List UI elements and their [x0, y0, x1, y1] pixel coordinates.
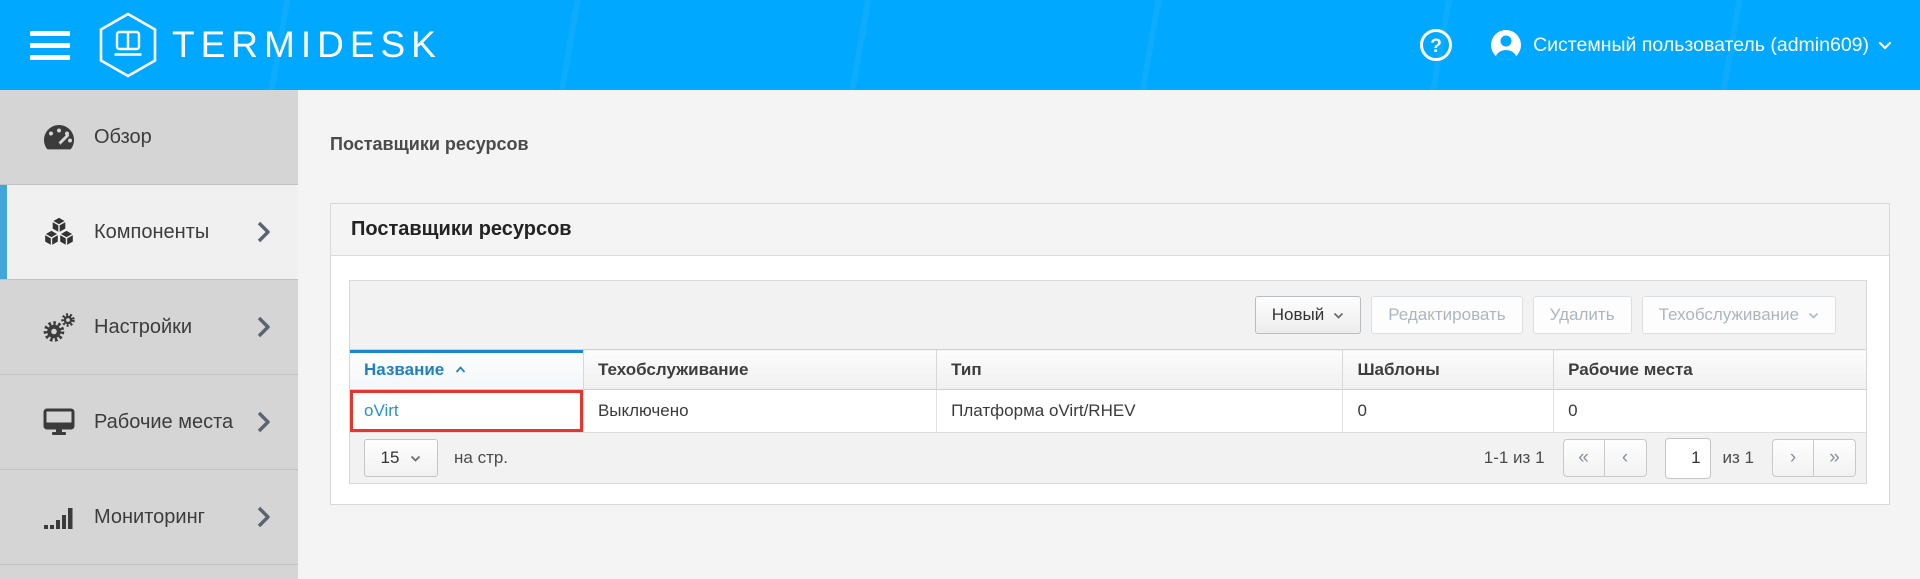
- maintenance-button: Техобслуживание: [1642, 296, 1836, 334]
- edit-button: Редактировать: [1371, 296, 1522, 334]
- active-indicator: [0, 185, 7, 279]
- hexagon-logo-icon: [98, 12, 158, 78]
- termidesk-logo[interactable]: TERMIDESK: [98, 12, 442, 78]
- table-toolbar: Новый Редактировать Удалить Техобслужива…: [350, 281, 1866, 349]
- table-header-row: Название Техобслуживание Тип Шаблоны Раб…: [350, 350, 1866, 390]
- new-button[interactable]: Новый: [1255, 296, 1361, 334]
- sidebar-item-overview[interactable]: Обзор: [0, 90, 298, 185]
- cell-workplaces: 0: [1554, 390, 1866, 433]
- cell-templates: 0: [1343, 390, 1554, 433]
- signal-chart-icon: [40, 504, 78, 530]
- chevron-right-icon: [257, 316, 270, 338]
- new-button-label: Новый: [1272, 305, 1324, 325]
- column-header-label: Рабочие места: [1568, 360, 1693, 379]
- next-page-button[interactable]: ›: [1772, 439, 1814, 477]
- hamburger-bar: [30, 31, 70, 36]
- column-header-label: Шаблоны: [1357, 360, 1439, 379]
- cubes-icon: [40, 217, 78, 247]
- cell-name-highlighted: oVirt: [350, 390, 583, 433]
- column-header-templates[interactable]: Шаблоны: [1343, 350, 1554, 390]
- page-number-input[interactable]: [1665, 438, 1711, 479]
- card-header: Поставщики ресурсов: [331, 204, 1889, 256]
- user-name-label: Системный пользователь (admin609): [1533, 34, 1869, 57]
- providers-table: Название Техобслуживание Тип Шаблоны Раб…: [350, 349, 1866, 433]
- paginator: 15 на стр. 1-1 из 1 « ‹ из 1: [350, 433, 1866, 483]
- chevron-right-icon: [257, 411, 270, 433]
- column-header-name[interactable]: Название: [350, 350, 583, 390]
- sidebar-item-label: Настройки: [94, 316, 192, 339]
- column-header-type[interactable]: Тип: [937, 350, 1343, 390]
- sidebar-item-workplaces[interactable]: Рабочие места: [0, 375, 298, 470]
- main-content: Поставщики ресурсов Поставщики ресурсов …: [298, 90, 1920, 579]
- table-panel: Новый Редактировать Удалить Техобслужива…: [349, 280, 1867, 484]
- per-page-label: на стр.: [454, 448, 508, 468]
- table-row[interactable]: oVirt Выключено Платформа oVirt/RHEV 0 0: [350, 390, 1866, 433]
- card-title: Поставщики ресурсов: [351, 218, 572, 241]
- column-header-label: Название: [364, 360, 444, 379]
- chevron-right-icon: [257, 221, 270, 243]
- topbar-right: ? Системный пользователь (admin609): [1419, 28, 1892, 62]
- page-size-value: 15: [381, 448, 400, 468]
- delete-button: Удалить: [1533, 296, 1632, 334]
- desktop-icon: [40, 408, 78, 436]
- card-body: Новый Редактировать Удалить Техобслужива…: [331, 256, 1889, 484]
- sort-asc-icon: [454, 359, 467, 379]
- paginator-forward-group: › »: [1772, 439, 1856, 477]
- gears-icon: [40, 312, 78, 343]
- paginator-right: 1-1 из 1 « ‹ из 1 › »: [1484, 438, 1856, 479]
- column-header-label: Тип: [951, 360, 981, 379]
- chevron-down-icon: [1808, 312, 1819, 319]
- resource-providers-card: Поставщики ресурсов Новый Редактировать: [330, 203, 1890, 505]
- of-total-label: из 1: [1723, 448, 1754, 468]
- chevron-right-icon: [257, 506, 270, 528]
- top-bar: TERMIDESK ? Системный пользователь (admi: [0, 0, 1920, 90]
- range-label: 1-1 из 1: [1484, 448, 1545, 468]
- hamburger-bar: [30, 43, 70, 48]
- user-menu[interactable]: Системный пользователь (admin609): [1489, 28, 1892, 62]
- paginator-back-group: « ‹: [1563, 439, 1647, 477]
- sidebar-item-label: Рабочие места: [94, 411, 233, 434]
- sidebar-item-label: Мониторинг: [94, 506, 205, 529]
- first-page-button[interactable]: «: [1563, 439, 1605, 477]
- dashboard-icon: [40, 124, 78, 151]
- sidebar-item-label: Компоненты: [94, 221, 209, 244]
- breadcrumb: Поставщики ресурсов: [330, 134, 529, 155]
- sidebar-item-settings[interactable]: Настройки: [0, 280, 298, 375]
- hamburger-menu-icon[interactable]: [30, 24, 70, 67]
- brand-wordmark: TERMIDESK: [172, 24, 442, 66]
- sidebar-item-monitoring[interactable]: Мониторинг: [0, 470, 298, 565]
- sidebar-item-components[interactable]: Компоненты: [0, 185, 298, 280]
- maintenance-button-label: Техобслуживание: [1659, 305, 1799, 325]
- help-icon[interactable]: ?: [1419, 28, 1453, 62]
- chevron-down-icon: [410, 455, 421, 462]
- svg-text:?: ?: [1430, 36, 1442, 57]
- sidebar: Обзор Компоненты: [0, 90, 298, 579]
- cell-type: Платформа oVirt/RHEV: [937, 390, 1343, 433]
- provider-link[interactable]: oVirt: [364, 401, 399, 420]
- column-header-maintenance[interactable]: Техобслуживание: [583, 350, 936, 390]
- sidebar-item-label: Обзор: [94, 126, 152, 149]
- chevron-down-icon: [1333, 312, 1344, 319]
- page-size-select[interactable]: 15: [364, 439, 438, 477]
- column-header-workplaces[interactable]: Рабочие места: [1554, 350, 1866, 390]
- user-avatar-icon: [1489, 28, 1523, 62]
- chevron-down-icon: [1878, 41, 1892, 50]
- last-page-button[interactable]: »: [1814, 439, 1856, 477]
- cell-maintenance: Выключено: [583, 390, 936, 433]
- prev-page-button[interactable]: ‹: [1605, 439, 1647, 477]
- column-header-label: Техобслуживание: [598, 360, 749, 379]
- edit-button-label: Редактировать: [1388, 305, 1505, 325]
- delete-button-label: Удалить: [1550, 305, 1615, 325]
- hamburger-bar: [30, 55, 70, 60]
